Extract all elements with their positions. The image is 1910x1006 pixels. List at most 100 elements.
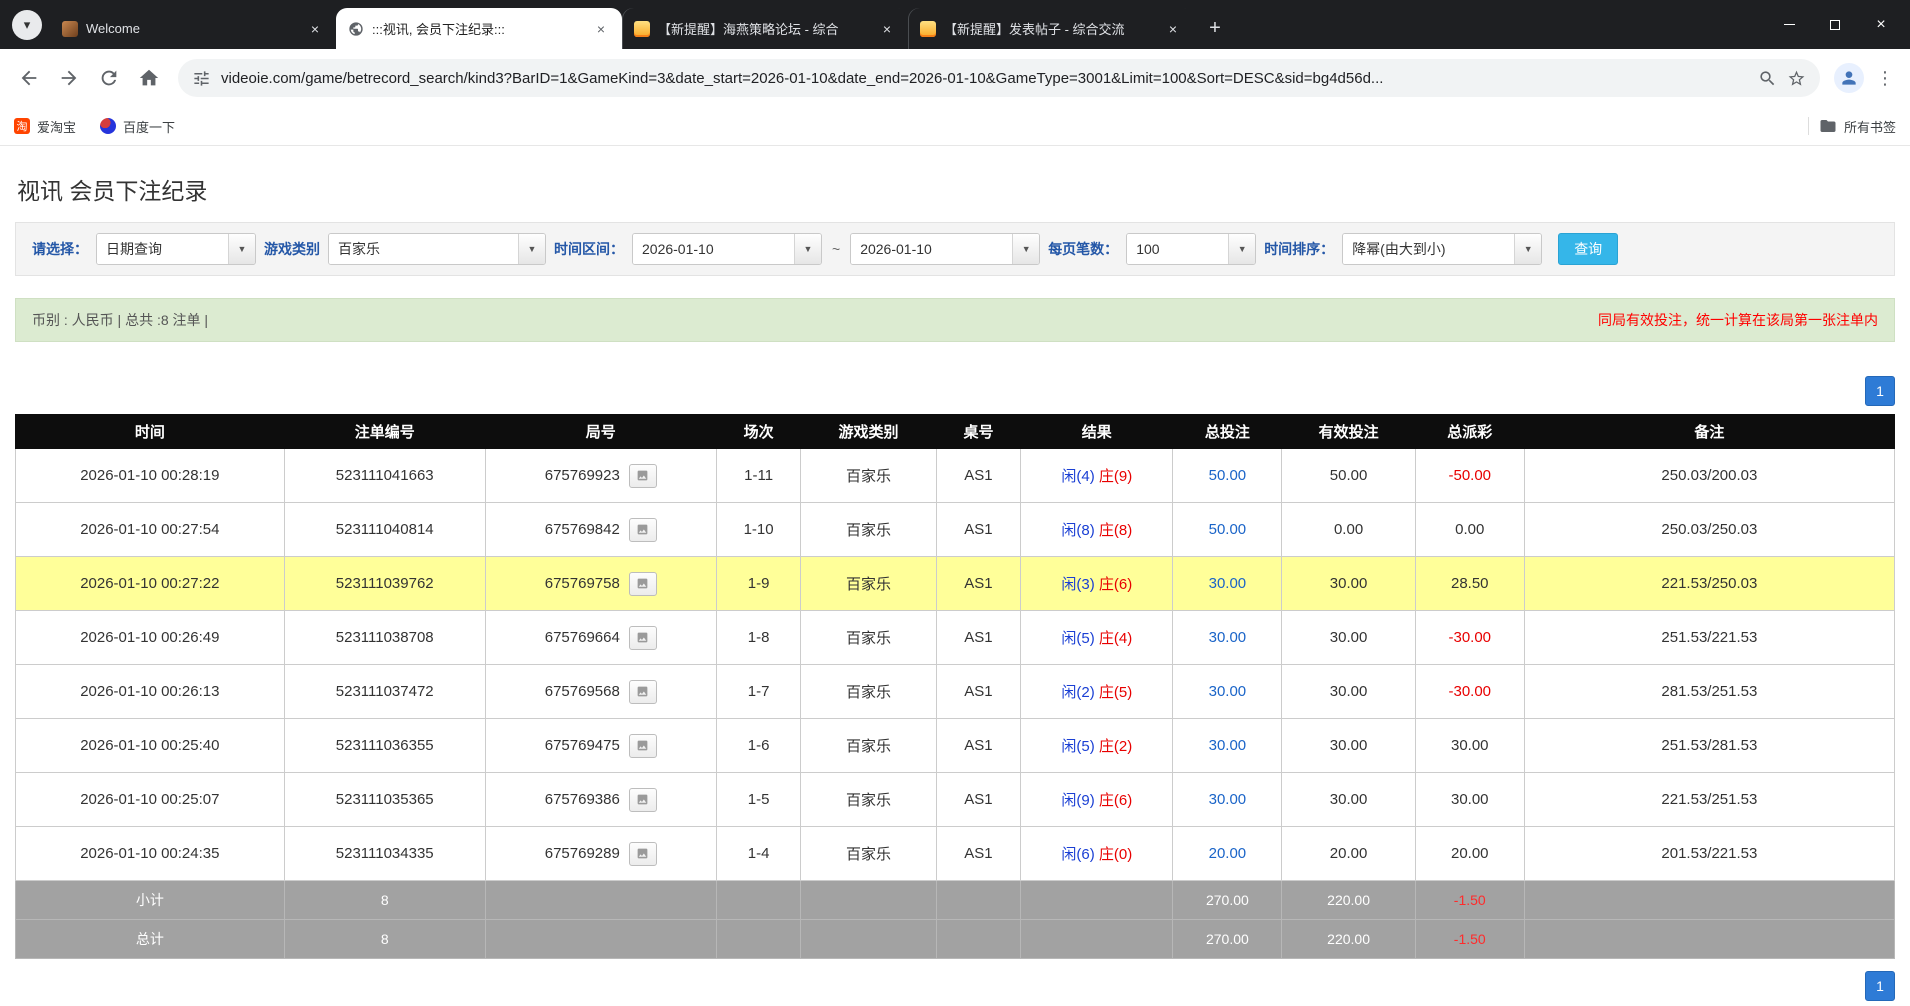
search-button[interactable]: 查询 <box>1558 233 1618 265</box>
table-row: 2026-01-10 00:24:35523111034335675769289… <box>16 827 1895 881</box>
cell-round-no: 675769842 <box>485 503 716 557</box>
close-icon[interactable]: × <box>306 20 324 38</box>
star-icon[interactable] <box>1787 69 1806 88</box>
round-detail-button[interactable] <box>629 518 657 542</box>
round-detail-button[interactable] <box>629 842 657 866</box>
round-detail-button[interactable] <box>629 788 657 812</box>
browser-menu-button[interactable]: ⋮ <box>1870 63 1900 93</box>
all-bookmarks-button[interactable]: 所有书签 <box>1819 117 1896 136</box>
round-detail-button[interactable] <box>629 464 657 488</box>
chevron-down-icon[interactable]: ▼ <box>1228 234 1255 264</box>
chevron-down-icon[interactable]: ▼ <box>1012 234 1039 264</box>
game-type-select[interactable]: ▼ <box>328 233 546 265</box>
page-1-button[interactable]: 1 <box>1865 376 1895 406</box>
cell-note: 221.53/250.03 <box>1524 557 1894 611</box>
chevron-down-icon[interactable]: ▼ <box>518 234 545 264</box>
cell-time: 2026-01-10 00:27:54 <box>16 503 285 557</box>
date-end-select[interactable]: ▼ <box>850 233 1040 265</box>
bookmark-baidu[interactable]: 百度一下 <box>100 117 175 136</box>
date-start-select[interactable]: ▼ <box>632 233 822 265</box>
table-row: 2026-01-10 00:26:49523111038708675769664… <box>16 611 1895 665</box>
result-player: 闲(3) <box>1061 576 1094 593</box>
chevron-down-icon[interactable]: ▼ <box>228 234 255 264</box>
forward-button[interactable] <box>50 59 88 97</box>
close-icon[interactable]: × <box>592 20 610 38</box>
result-player: 闲(6) <box>1061 846 1094 863</box>
cell-game-type: 百家乐 <box>801 557 936 611</box>
game-type-input[interactable] <box>329 234 518 264</box>
address-bar[interactable]: videoie.com/game/betrecord_search/kind3?… <box>178 59 1820 97</box>
cell-bet-no: 523111034335 <box>284 827 485 881</box>
bet-table-body: 2026-01-10 00:28:19523111041663675769923… <box>16 449 1895 881</box>
cell-payout: 30.00 <box>1415 719 1524 773</box>
tab-forum-1[interactable]: 【新提醒】海燕策略论坛 - 综合 × <box>622 8 908 49</box>
cell-result: 闲(9) 庄(6) <box>1021 773 1173 827</box>
url-text[interactable]: videoie.com/game/betrecord_search/kind3?… <box>221 70 1748 87</box>
total-payout: -1.50 <box>1415 920 1524 959</box>
result-banker: 庄(8) <box>1099 522 1132 539</box>
sort-select[interactable]: ▼ <box>1342 233 1542 265</box>
cell-time: 2026-01-10 00:28:19 <box>16 449 285 503</box>
col-result: 结果 <box>1021 415 1173 449</box>
round-detail-button[interactable] <box>629 680 657 704</box>
close-icon[interactable]: × <box>1164 20 1182 38</box>
empty-cell <box>936 881 1021 920</box>
home-button[interactable] <box>130 59 168 97</box>
col-total-bet: 总投注 <box>1173 415 1282 449</box>
table-row: 2026-01-10 00:26:13523111037472675769568… <box>16 665 1895 719</box>
close-icon[interactable]: × <box>878 20 896 38</box>
refresh-button[interactable] <box>90 59 128 97</box>
cell-game-type: 百家乐 <box>801 449 936 503</box>
query-type-input[interactable] <box>97 234 228 264</box>
tab-forum-2[interactable]: 【新提醒】发表帖子 - 综合交流 × <box>908 8 1194 49</box>
tune-icon[interactable] <box>192 69 211 88</box>
replay-image-icon <box>635 685 650 698</box>
result-banker: 庄(6) <box>1099 792 1132 809</box>
cell-result: 闲(6) 庄(0) <box>1021 827 1173 881</box>
chevron-down-icon[interactable]: ▼ <box>794 234 821 264</box>
col-table-no: 桌号 <box>936 415 1021 449</box>
close-window-button[interactable]: × <box>1858 0 1904 49</box>
new-tab-button[interactable]: + <box>1200 13 1230 43</box>
cell-note: 251.53/221.53 <box>1524 611 1894 665</box>
round-number: 675769568 <box>545 683 620 700</box>
maximize-button[interactable] <box>1812 0 1858 49</box>
date-start-input[interactable] <box>633 234 794 264</box>
filter-bar: 请选择： ▼ 游戏类别 ▼ 时间区间： ▼ ~ ▼ 每页笔数： ▼ 时间排序： … <box>15 222 1895 276</box>
cell-round-no: 675769923 <box>485 449 716 503</box>
date-end-input[interactable] <box>851 234 1012 264</box>
page-size-select[interactable]: ▼ <box>1126 233 1256 265</box>
tab-bet-record[interactable]: :::视讯, 会员下注纪录::: × <box>336 8 622 49</box>
cell-session: 1-5 <box>716 773 801 827</box>
round-detail-button[interactable] <box>629 734 657 758</box>
query-type-select[interactable]: ▼ <box>96 233 256 265</box>
select-label: 请选择： <box>32 239 88 259</box>
minimize-button[interactable] <box>1766 0 1812 49</box>
tab-search-button[interactable]: ▾ <box>12 10 42 40</box>
currency-summary: 币别 : 人民币 | 总共 :8 注单 | <box>32 310 208 330</box>
tab-welcome[interactable]: Welcome × <box>50 8 336 49</box>
cell-round-no: 675769289 <box>485 827 716 881</box>
zoom-icon[interactable] <box>1758 69 1777 88</box>
cell-time: 2026-01-10 00:25:07 <box>16 773 285 827</box>
profile-button[interactable] <box>1834 63 1864 93</box>
result-player: 闲(4) <box>1061 468 1094 485</box>
replay-image-icon <box>635 793 650 806</box>
cell-table-no: AS1 <box>936 449 1021 503</box>
page-size-input[interactable] <box>1127 234 1228 264</box>
result-player: 闲(5) <box>1061 738 1094 755</box>
back-button[interactable] <box>10 59 48 97</box>
cell-payout: 28.50 <box>1415 557 1524 611</box>
sort-input[interactable] <box>1343 234 1514 264</box>
round-detail-button[interactable] <box>629 626 657 650</box>
bookmark-aitaobao[interactable]: 淘 爱淘宝 <box>14 117 76 136</box>
table-row: 2026-01-10 00:28:19523111041663675769923… <box>16 449 1895 503</box>
table-row: 2026-01-10 00:25:40523111036355675769475… <box>16 719 1895 773</box>
cell-result: 闲(5) 庄(4) <box>1021 611 1173 665</box>
page-1-button[interactable]: 1 <box>1865 971 1895 1001</box>
round-detail-button[interactable] <box>629 572 657 596</box>
col-payout: 总派彩 <box>1415 415 1524 449</box>
chevron-down-icon[interactable]: ▼ <box>1514 234 1541 264</box>
table-row: 2026-01-10 00:27:54523111040814675769842… <box>16 503 1895 557</box>
result-player: 闲(8) <box>1061 522 1094 539</box>
